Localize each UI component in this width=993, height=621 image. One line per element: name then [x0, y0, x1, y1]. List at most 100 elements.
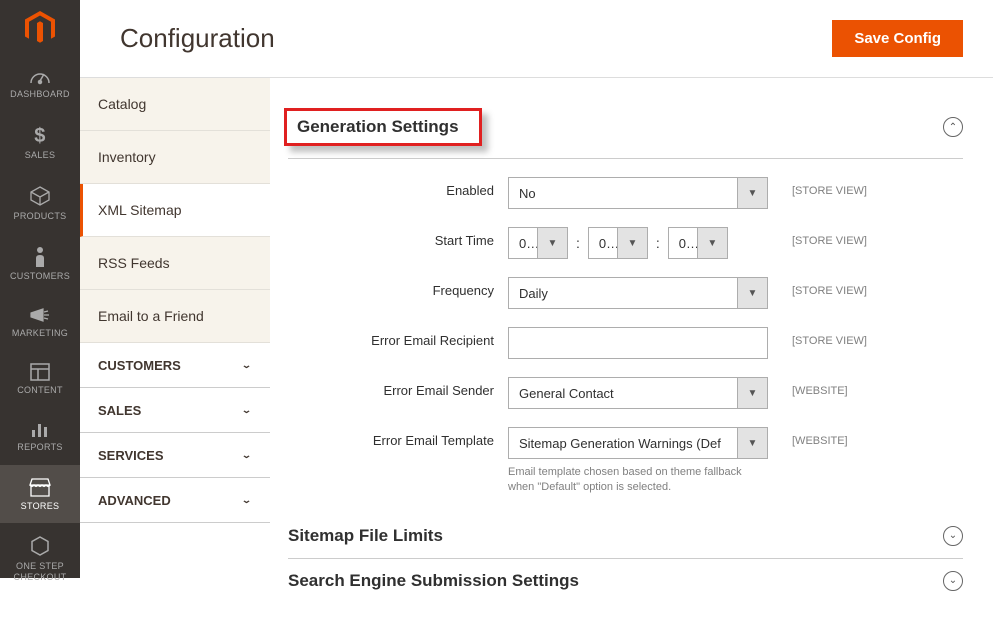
nav-sales[interactable]: $ SALES	[0, 112, 80, 173]
select-value: 00	[589, 236, 617, 251]
frequency-select[interactable]: Daily▼	[508, 277, 768, 309]
field-note: Email template chosen based on theme fal…	[508, 465, 768, 496]
nav-products[interactable]: PRODUCTS	[0, 173, 80, 234]
field-frequency: Frequency Daily▼ [STORE VIEW]	[288, 277, 963, 309]
error-recipient-input[interactable]	[508, 327, 768, 359]
config-nav-email-friend[interactable]: Email to a Friend	[80, 290, 270, 343]
group-label: CUSTOMERS	[98, 358, 181, 373]
field-label: Start Time	[288, 227, 508, 248]
scope-label: [STORE VIEW]	[768, 177, 867, 197]
field-label: Frequency	[288, 277, 508, 298]
start-time-hour-select[interactable]: 00▼	[508, 227, 568, 259]
box-icon	[29, 185, 51, 207]
chevron-down-icon: ⌄	[241, 449, 252, 460]
dollar-icon: $	[33, 124, 47, 146]
megaphone-icon	[29, 306, 51, 324]
scope-label: [STORE VIEW]	[768, 327, 867, 347]
error-template-select[interactable]: Sitemap Generation Warnings (Def▼	[508, 427, 768, 459]
group-label: SERVICES	[98, 448, 164, 463]
field-label: Enabled	[288, 177, 508, 198]
enabled-select[interactable]: No▼	[508, 177, 768, 209]
person-icon	[33, 245, 47, 267]
nav-label: DASHBOARD	[10, 89, 70, 100]
nav-label: REPORTS	[17, 442, 62, 453]
bar-chart-icon	[30, 420, 50, 438]
section-search-engine-submission[interactable]: Search Engine Submission Settings ⌄	[288, 559, 963, 603]
config-nav-xml-sitemap[interactable]: XML Sitemap	[80, 184, 270, 237]
section-title: Sitemap File Limits	[288, 526, 443, 546]
select-value: 00	[509, 236, 537, 251]
config-panel: Generation Settings ⌃ Enabled No▼ [STORE…	[270, 78, 993, 621]
config-nav-rss-feeds[interactable]: RSS Feeds	[80, 237, 270, 290]
section-title: Search Engine Submission Settings	[288, 571, 579, 591]
collapse-down-icon[interactable]: ⌄	[943, 571, 963, 591]
svg-text:$: $	[34, 125, 45, 146]
nav-label: SALES	[25, 150, 56, 161]
nav-label: STORES	[21, 501, 60, 512]
select-value: 00	[669, 236, 697, 251]
error-sender-select[interactable]: General Contact▼	[508, 377, 768, 409]
magento-logo[interactable]	[0, 0, 80, 55]
section-title: Generation Settings	[297, 117, 459, 136]
dropdown-arrow-icon: ▼	[737, 278, 767, 308]
select-value: General Contact	[509, 386, 737, 401]
nav-stores[interactable]: STORES	[0, 465, 80, 524]
select-value: No	[509, 186, 737, 201]
nav-dashboard[interactable]: DASHBOARD	[0, 55, 80, 112]
config-nav: Catalog Inventory XML Sitemap RSS Feeds …	[80, 78, 270, 621]
config-nav-catalog[interactable]: Catalog	[80, 78, 270, 131]
start-time-minute-select[interactable]: 00▼	[588, 227, 648, 259]
config-group-sales[interactable]: SALES ⌄	[80, 388, 270, 433]
nav-content[interactable]: CONTENT	[0, 351, 80, 408]
field-label: Error Email Template	[288, 427, 508, 448]
scope-label: [STORE VIEW]	[768, 277, 867, 297]
config-nav-inventory[interactable]: Inventory	[80, 131, 270, 184]
collapse-down-icon[interactable]: ⌄	[943, 526, 963, 546]
start-time-second-select[interactable]: 00▼	[668, 227, 728, 259]
group-label: SALES	[98, 403, 141, 418]
time-separator: :	[648, 235, 668, 251]
magento-logo-icon	[25, 11, 55, 45]
config-group-customers[interactable]: CUSTOMERS ⌄	[80, 343, 270, 388]
dropdown-arrow-icon: ▼	[737, 428, 767, 458]
time-separator: :	[568, 235, 588, 251]
field-label: Error Email Recipient	[288, 327, 508, 348]
config-group-advanced[interactable]: ADVANCED ⌄	[80, 478, 270, 523]
nav-label: CONTENT	[17, 385, 63, 396]
field-label: Error Email Sender	[288, 377, 508, 398]
nav-reports[interactable]: REPORTS	[0, 408, 80, 465]
dropdown-arrow-icon: ▼	[537, 228, 567, 258]
section-generation-settings[interactable]: Generation Settings ⌃	[288, 96, 963, 159]
hexagon-icon	[30, 535, 50, 557]
field-error-recipient: Error Email Recipient [STORE VIEW]	[288, 327, 963, 359]
nav-label: PRODUCTS	[14, 211, 67, 222]
page-header: Configuration Save Config	[80, 0, 993, 78]
storefront-icon	[29, 477, 51, 497]
group-label: ADVANCED	[98, 493, 171, 508]
nav-label: MARKETING	[12, 328, 68, 339]
chevron-down-icon: ⌄	[241, 494, 252, 505]
nav-marketing[interactable]: MARKETING	[0, 294, 80, 351]
save-config-button[interactable]: Save Config	[832, 20, 963, 57]
chevron-down-icon: ⌄	[241, 359, 252, 370]
chevron-down-icon: ⌄	[241, 404, 252, 415]
highlight-box: Generation Settings	[284, 108, 482, 146]
page-title: Configuration	[120, 23, 275, 54]
select-value: Sitemap Generation Warnings (Def	[509, 436, 737, 451]
scope-label: [WEBSITE]	[768, 427, 848, 447]
scope-label: [WEBSITE]	[768, 377, 848, 397]
collapse-up-icon[interactable]: ⌃	[943, 117, 963, 137]
section-sitemap-file-limits[interactable]: Sitemap File Limits ⌄	[288, 514, 963, 559]
app-sidebar: DASHBOARD $ SALES PRODUCTS CUSTOMERS MAR…	[0, 0, 80, 578]
dropdown-arrow-icon: ▼	[737, 178, 767, 208]
field-enabled: Enabled No▼ [STORE VIEW]	[288, 177, 963, 209]
nav-label: CUSTOMERS	[10, 271, 70, 282]
nav-customers[interactable]: CUSTOMERS	[0, 233, 80, 294]
config-group-services[interactable]: SERVICES ⌄	[80, 433, 270, 478]
dashboard-icon	[29, 67, 51, 85]
dropdown-arrow-icon: ▼	[737, 378, 767, 408]
scope-label: [STORE VIEW]	[768, 227, 867, 247]
field-error-template: Error Email Template Sitemap Generation …	[288, 427, 963, 496]
select-value: Daily	[509, 286, 737, 301]
layout-icon	[30, 363, 50, 381]
